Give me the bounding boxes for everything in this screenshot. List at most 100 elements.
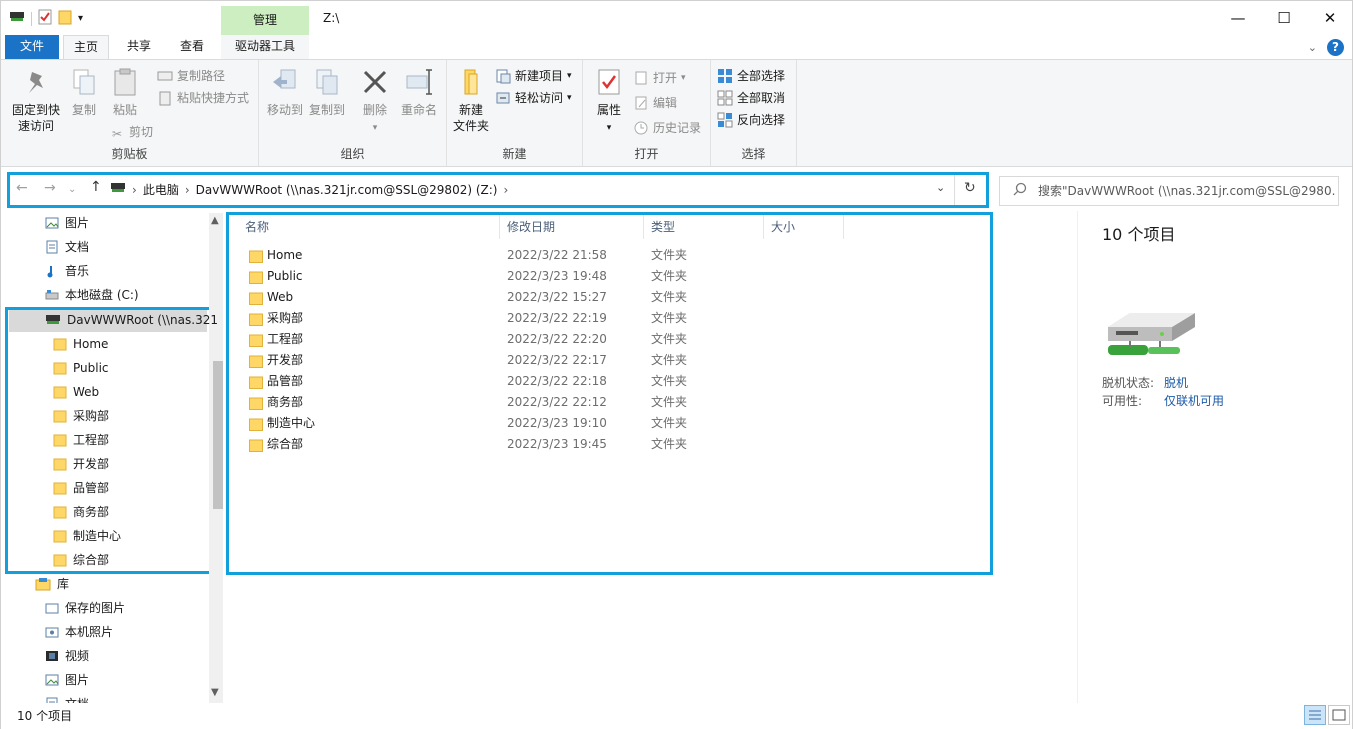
copy-button[interactable]: 复制 — [65, 66, 103, 118]
file-row[interactable]: Home 2022/3/22 21:58 文件夹 — [245, 245, 985, 266]
folder-icon — [249, 312, 263, 326]
file-row[interactable]: 采购部 2022/3/22 22:19 文件夹 — [245, 308, 985, 329]
address-bar[interactable]: ← → ⌄ ↑ › 此电脑 › DavWWWRoot (\\nas.321jr.… — [7, 172, 989, 208]
nav-folder-item[interactable]: Web — [53, 380, 99, 404]
edit-icon — [633, 95, 649, 111]
breadcrumb-chevron-icon[interactable]: › — [503, 175, 508, 205]
paste-button[interactable]: 粘贴 — [105, 66, 145, 118]
tab-share[interactable]: 共享 — [116, 35, 162, 59]
large-icons-view-button[interactable] — [1328, 705, 1350, 725]
up-arrow-icon[interactable]: ↑ — [90, 179, 102, 195]
easy-access-button[interactable]: 轻松访问 ▾ — [495, 88, 572, 108]
tab-file[interactable]: 文件 — [5, 35, 59, 59]
nav-item-documents[interactable]: 文档 — [45, 235, 89, 259]
nav-scroll-thumb[interactable] — [213, 361, 223, 509]
back-arrow-icon[interactable]: ← — [16, 180, 28, 196]
cut-button[interactable]: ✂ 剪切 — [109, 122, 153, 142]
column-header-modified[interactable]: 修改日期 — [507, 215, 555, 239]
expand-ribbon-icon[interactable]: ⌄ — [1308, 41, 1317, 54]
nav-folder-item[interactable]: 商务部 — [53, 500, 109, 524]
paste-label: 粘贴 — [112, 103, 137, 117]
nav-folder-item[interactable]: 制造中心 — [53, 524, 121, 548]
maximize-button[interactable]: ☐ — [1261, 1, 1307, 35]
nav-library-item[interactable]: 保存的图片 — [45, 596, 125, 620]
forward-arrow-icon[interactable]: → — [44, 180, 56, 196]
copy-to-button[interactable]: 复制到 — [305, 66, 349, 118]
nav-folder-item[interactable]: 工程部 — [53, 428, 109, 452]
nav-library-item[interactable]: 本机照片 — [45, 620, 113, 644]
file-row[interactable]: Public 2022/3/23 19:48 文件夹 — [245, 266, 985, 287]
tab-home[interactable]: 主页 — [63, 35, 109, 59]
pin-quick-access-button[interactable]: 固定到快 速访问 — [7, 66, 65, 134]
breadcrumb-chevron-icon[interactable]: › — [132, 175, 137, 205]
minimize-button[interactable]: — — [1215, 1, 1261, 35]
manage-contextual-tab[interactable]: 管理 — [221, 6, 309, 35]
edit-button[interactable]: 编辑 — [633, 93, 677, 113]
edit-label: 编辑 — [653, 96, 678, 110]
breadcrumb-chevron-icon[interactable]: › — [185, 175, 190, 205]
refresh-icon[interactable]: ↻ — [964, 180, 976, 196]
open-button[interactable]: 打开 ▾ — [633, 68, 686, 88]
breadcrumb-drive[interactable]: DavWWWRoot (\\nas.321jr.com@SSL@29802) (… — [196, 175, 498, 205]
rename-button[interactable]: 重命名 — [397, 66, 441, 118]
help-icon[interactable]: ? — [1327, 39, 1344, 56]
nav-folder-item[interactable]: Home — [53, 332, 108, 356]
nav-item-pictures[interactable]: 图片 — [45, 213, 89, 235]
tab-drive-tools[interactable]: 驱动器工具 — [221, 35, 309, 59]
column-header-size[interactable]: 大小 — [771, 215, 795, 239]
nav-folder-item[interactable]: 品管部 — [53, 476, 109, 500]
nav-library-item[interactable]: 图片 — [45, 668, 89, 692]
nav-item-label: 图片 — [65, 673, 90, 687]
address-dropdown-icon[interactable]: ⌄ — [936, 181, 945, 194]
scroll-down-arrow-icon[interactable]: ▼ — [211, 687, 219, 698]
nav-folder-item[interactable]: Public — [53, 356, 109, 380]
new-folder-button[interactable]: 新建 文件夹 — [451, 66, 491, 134]
file-row[interactable]: 制造中心 2022/3/23 19:10 文件夹 — [245, 413, 985, 434]
file-row[interactable]: 品管部 2022/3/22 22:18 文件夹 — [245, 371, 985, 392]
close-button[interactable]: ✕ — [1307, 1, 1353, 35]
file-row[interactable]: 工程部 2022/3/22 22:20 文件夹 — [245, 329, 985, 350]
properties-button[interactable]: 属性 ▾ — [591, 66, 627, 136]
nav-folder-item[interactable]: 综合部 — [53, 548, 109, 572]
file-row[interactable]: 商务部 2022/3/22 22:12 文件夹 — [245, 392, 985, 413]
open-group: 属性 ▾ 打开 ▾ 编辑 历史记录 打开 — [583, 60, 711, 166]
offline-status-row: 脱机状态: 脱机 — [1102, 374, 1188, 391]
file-row[interactable]: Web 2022/3/22 15:27 文件夹 — [245, 287, 985, 308]
move-to-button[interactable]: 移动到 — [263, 66, 307, 118]
properties-qat-icon[interactable] — [38, 9, 52, 28]
search-input[interactable]: 搜索"DavWWWRoot (\\nas.321jr.com@SSL@2980.… — [999, 176, 1339, 206]
delete-button[interactable]: 删除 ▾ — [355, 66, 395, 136]
nav-library-item[interactable]: 视频 — [45, 644, 89, 668]
details-view-button[interactable] — [1304, 705, 1326, 725]
select-none-button[interactable]: 全部取消 — [717, 88, 785, 108]
file-row[interactable]: 开发部 2022/3/22 22:17 文件夹 — [245, 350, 985, 371]
nav-item-davwwwroot[interactable]: DavWWWRoot (\\nas.321 — [45, 308, 218, 332]
history-button[interactable]: 历史记录 — [633, 118, 701, 138]
nav-item-library[interactable]: 库 — [35, 572, 69, 596]
scroll-up-arrow-icon[interactable]: ▲ — [211, 215, 219, 226]
tab-view[interactable]: 查看 — [169, 35, 215, 59]
nav-library-item[interactable]: 文档 — [45, 692, 89, 703]
nav-item-music[interactable]: 音乐 — [45, 259, 89, 283]
offline-status-value: 脱机 — [1164, 376, 1189, 390]
nav-item-disk[interactable]: 本地磁盘 (C:) — [45, 283, 139, 307]
nav-item-label: 开发部 — [73, 457, 110, 471]
invert-selection-button[interactable]: 反向选择 — [717, 110, 785, 130]
paste-shortcut-button[interactable]: 粘贴快捷方式 — [157, 88, 249, 108]
file-row[interactable]: 综合部 2022/3/23 19:45 文件夹 — [245, 434, 985, 455]
nav-folder-item[interactable]: 采购部 — [53, 404, 109, 428]
nav-item-label: 品管部 — [73, 481, 110, 495]
drive-icon[interactable] — [9, 10, 25, 27]
new-folder-qat-icon[interactable] — [58, 9, 72, 28]
copy-path-button[interactable]: 复制路径 — [157, 66, 225, 86]
select-all-button[interactable]: 全部选择 — [717, 66, 785, 86]
customize-qat-icon[interactable]: ▾ — [78, 13, 83, 24]
recent-dropdown-icon[interactable]: ⌄ — [68, 184, 76, 195]
nav-folder-item[interactable]: 开发部 — [53, 452, 109, 476]
file-name: Web — [267, 290, 294, 304]
new-item-button[interactable]: 新建项目 ▾ — [495, 66, 572, 86]
folder-icon — [53, 553, 67, 567]
column-header-type[interactable]: 类型 — [651, 215, 675, 239]
column-header-name[interactable]: 名称 — [245, 215, 269, 239]
breadcrumb-this-pc[interactable]: 此电脑 — [143, 175, 179, 205]
